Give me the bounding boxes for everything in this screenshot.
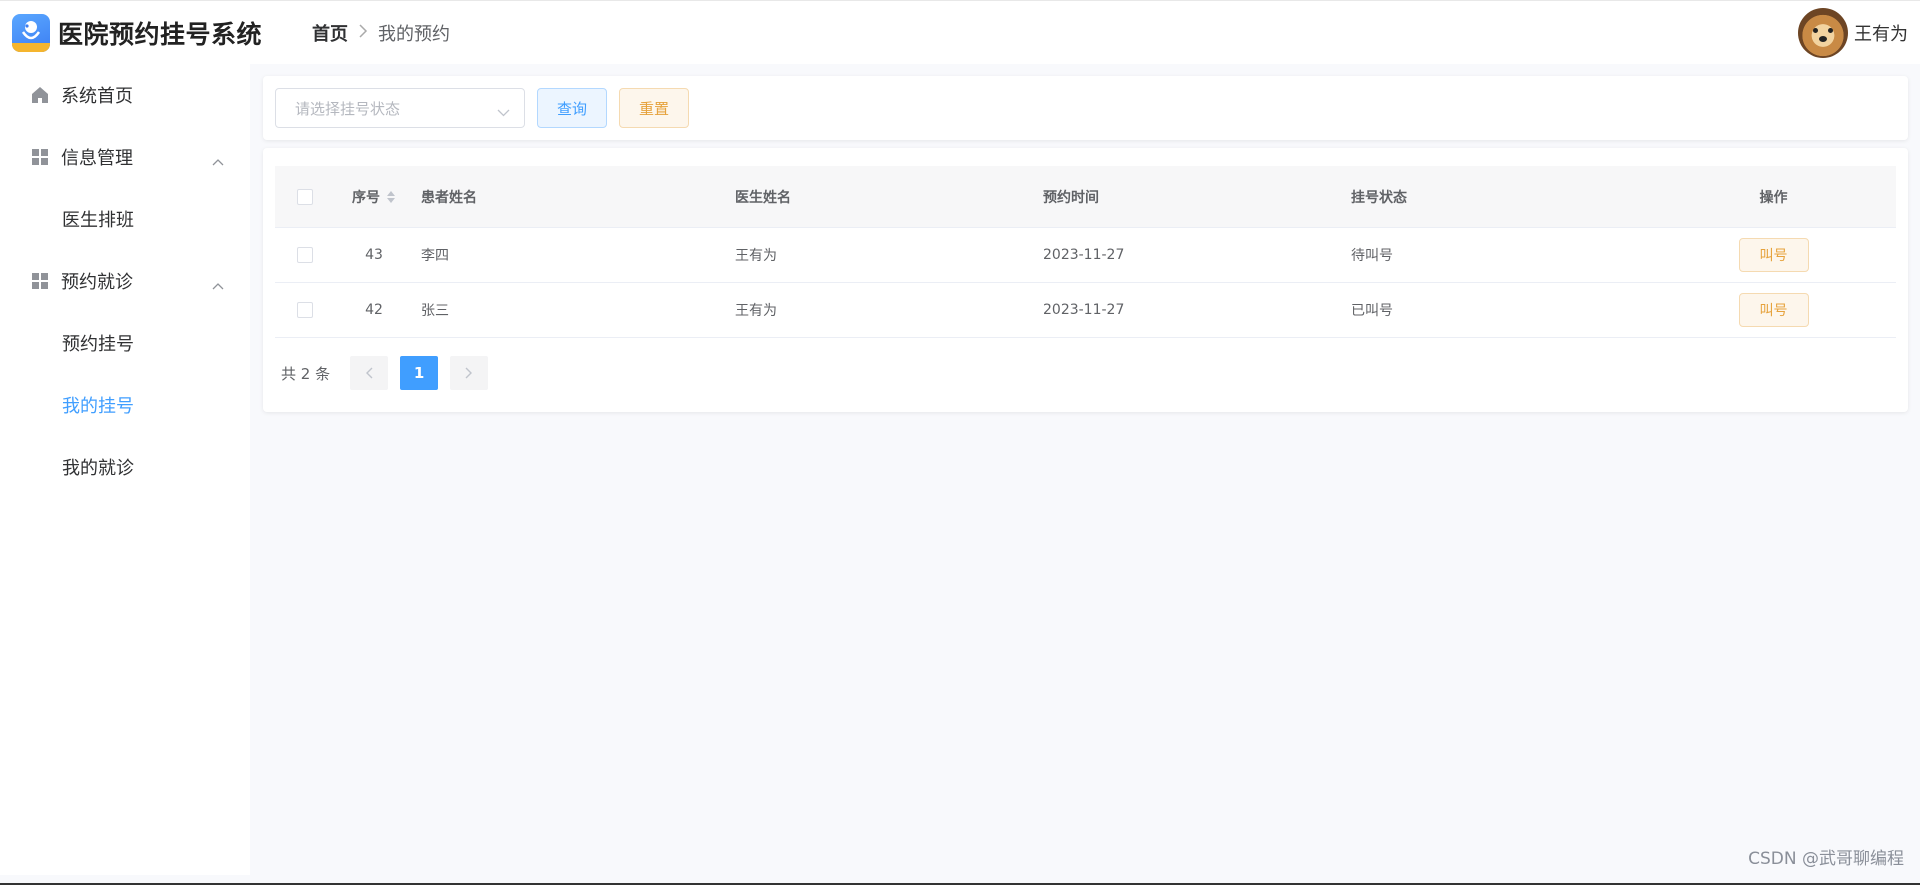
breadcrumb-home[interactable]: 首页	[312, 20, 348, 46]
grid-icon	[30, 147, 50, 167]
row-checkbox[interactable]	[297, 302, 313, 318]
table-row: 42 张三 王有为 2023-11-27 已叫号 叫号	[275, 283, 1896, 338]
filter-bar: 请选择挂号状态 查询 重置	[263, 76, 1908, 140]
cell-index: 43	[365, 247, 383, 263]
sidebar-item-label: 信息管理	[61, 148, 133, 169]
sidebar-item-label: 预约就诊	[61, 272, 133, 293]
app-title: 医院预约挂号系统	[58, 19, 263, 49]
page-number-button[interactable]: 1	[400, 356, 439, 390]
registrations-table: 序号 患者姓名 医生姓名 预约时间 挂号状态 操作 43 李四 王有为 2023…	[275, 166, 1896, 338]
next-page-button[interactable]	[450, 356, 489, 390]
cell-index: 42	[365, 302, 383, 318]
table-row: 43 李四 王有为 2023-11-27 待叫号 叫号	[275, 228, 1896, 283]
status-select[interactable]: 请选择挂号状态	[275, 88, 525, 128]
watermark: CSDN @武哥聊编程	[1748, 849, 1904, 869]
sidebar-item-info-management[interactable]: 信息管理	[0, 126, 250, 188]
logo-area: 医院预约挂号系统	[0, 13, 300, 52]
cell-patient: 李四	[421, 248, 449, 264]
user-menu[interactable]: 王有为	[1798, 8, 1908, 58]
sidebar-item-book-appointment[interactable]: 预约挂号	[0, 312, 250, 374]
chevron-right-icon	[465, 367, 473, 379]
cell-time: 2023-11-27	[1043, 302, 1125, 318]
prev-page-button[interactable]	[350, 356, 389, 390]
breadcrumb-separator-icon	[358, 23, 368, 42]
header-patient: 患者姓名	[421, 189, 477, 206]
row-checkbox[interactable]	[297, 247, 313, 263]
grid-icon	[30, 271, 50, 291]
pagination-total: 共 2 条	[281, 364, 331, 383]
status-select-placeholder: 请选择挂号状态	[295, 99, 401, 118]
header-doctor: 医生姓名	[735, 189, 791, 206]
header-status: 挂号状态	[1351, 189, 1407, 206]
header-action: 操作	[1759, 189, 1788, 206]
pagination: 共 2 条 1	[281, 356, 500, 390]
cell-time: 2023-11-27	[1043, 247, 1125, 263]
cell-doctor: 王有为	[735, 248, 777, 264]
top-header: 医院预约挂号系统 首页 我的预约 王有为	[0, 0, 1920, 64]
home-icon	[30, 85, 50, 105]
call-button[interactable]: 叫号	[1738, 238, 1809, 272]
reset-button[interactable]: 重置	[619, 88, 689, 128]
chevron-left-icon	[366, 367, 373, 379]
chevron-down-icon	[497, 103, 510, 121]
cell-status: 待叫号	[1351, 248, 1393, 264]
sidebar-item-label: 系统首页	[61, 86, 133, 107]
chevron-up-icon	[212, 274, 224, 295]
select-all-checkbox[interactable]	[297, 188, 313, 205]
user-avatar[interactable]	[1798, 8, 1848, 58]
cell-status: 已叫号	[1351, 303, 1393, 319]
header-time: 预约时间	[1043, 189, 1099, 206]
sidebar-item-my-registrations[interactable]: 我的挂号	[0, 374, 250, 436]
sidebar-item-appointment[interactable]: 预约就诊	[0, 250, 250, 312]
table-card: 序号 患者姓名 医生姓名 预约时间 挂号状态 操作 43 李四 王有为 2023…	[263, 148, 1908, 412]
sidebar-item-home[interactable]: 系统首页	[0, 64, 250, 126]
cell-doctor: 王有为	[735, 303, 777, 319]
header-index[interactable]: 序号	[335, 187, 413, 207]
breadcrumb: 首页 我的预约	[312, 20, 450, 46]
query-button[interactable]: 查询	[537, 88, 607, 128]
user-name[interactable]: 王有为	[1854, 20, 1908, 46]
call-button[interactable]: 叫号	[1738, 293, 1809, 327]
sidebar-item-doctor-schedule[interactable]: 医生排班	[0, 188, 250, 250]
sort-icon[interactable]	[386, 190, 396, 204]
sidebar: 系统首页 信息管理 医生排班 预约就诊 预约挂号 我的挂号 我的就诊	[0, 64, 250, 875]
hospital-logo-icon	[12, 13, 50, 52]
breadcrumb-current: 我的预约	[378, 23, 450, 45]
cell-patient: 张三	[421, 303, 449, 319]
chevron-up-icon	[212, 150, 224, 171]
table-header: 序号 患者姓名 医生姓名 预约时间 挂号状态 操作	[275, 166, 1896, 228]
sidebar-item-my-visits[interactable]: 我的就诊	[0, 436, 250, 498]
